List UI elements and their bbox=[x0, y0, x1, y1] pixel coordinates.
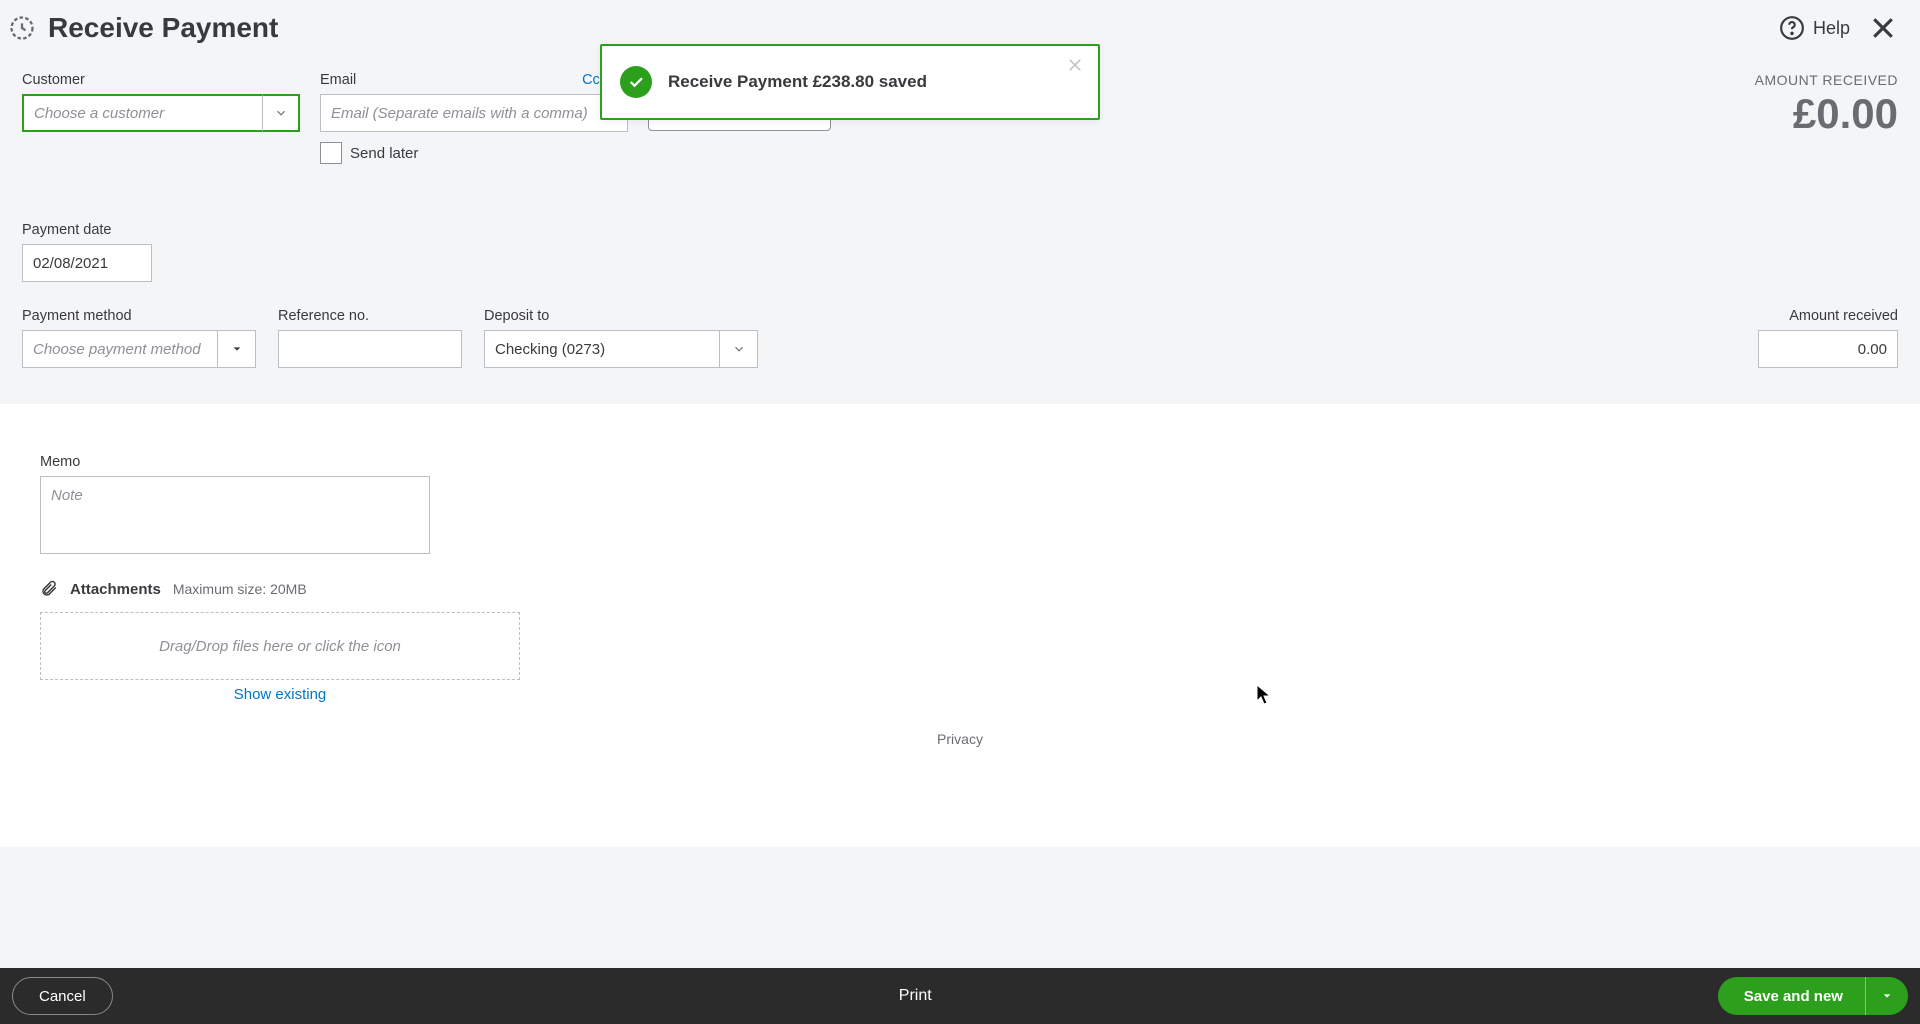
memo-label: Memo bbox=[40, 454, 1880, 470]
deposit-to-label: Deposit to bbox=[484, 308, 758, 324]
save-and-new-button[interactable]: Save and new bbox=[1718, 977, 1908, 1015]
caret-down-icon bbox=[232, 344, 242, 354]
payment-date-input[interactable] bbox=[22, 244, 152, 282]
send-later-checkbox[interactable] bbox=[320, 142, 342, 164]
attachment-icon[interactable] bbox=[40, 578, 58, 600]
customer-combobox[interactable]: Choose a customer bbox=[22, 94, 300, 132]
email-label: Email bbox=[320, 72, 356, 88]
toast-message: Receive Payment £238.80 saved bbox=[668, 72, 927, 92]
toast-close-icon[interactable] bbox=[1066, 56, 1084, 74]
payment-method-label: Payment method bbox=[22, 308, 256, 324]
amount-received-input[interactable] bbox=[1758, 330, 1898, 368]
close-icon[interactable] bbox=[1868, 13, 1898, 43]
footer-bar: Cancel Print Save and new bbox=[0, 968, 1920, 1024]
send-later-label: Send later bbox=[350, 145, 418, 162]
caret-down-icon bbox=[1882, 991, 1892, 1001]
page-title: Receive Payment bbox=[48, 12, 278, 44]
amount-summary-value: £0.00 bbox=[1755, 90, 1898, 138]
help-icon bbox=[1779, 15, 1805, 41]
payment-method-placeholder: Choose payment method bbox=[33, 341, 201, 358]
dropzone-text: Drag/Drop files here or click the icon bbox=[159, 638, 401, 655]
lower-panel: Memo Attachments Maximum size: 20MB Drag… bbox=[0, 404, 1920, 847]
reference-no-input[interactable] bbox=[278, 330, 462, 368]
customer-label: Customer bbox=[22, 72, 300, 88]
help-button[interactable]: Help bbox=[1779, 15, 1850, 41]
customer-placeholder: Choose a customer bbox=[34, 105, 164, 122]
cancel-button[interactable]: Cancel bbox=[12, 977, 113, 1015]
show-existing-link[interactable]: Show existing bbox=[234, 686, 327, 703]
reference-no-label: Reference no. bbox=[278, 308, 462, 324]
payment-method-select[interactable]: Choose payment method bbox=[22, 330, 256, 368]
attachments-title: Attachments bbox=[70, 581, 161, 598]
help-label: Help bbox=[1813, 18, 1850, 39]
deposit-to-caret[interactable] bbox=[720, 330, 758, 368]
payment-method-caret[interactable] bbox=[218, 330, 256, 368]
print-button[interactable]: Print bbox=[899, 987, 932, 1005]
attachments-hint: Maximum size: 20MB bbox=[173, 581, 307, 597]
attachments-dropzone[interactable]: Drag/Drop files here or click the icon bbox=[40, 612, 520, 680]
checkmark-icon bbox=[620, 66, 652, 98]
amount-received-label: Amount received bbox=[1758, 308, 1898, 324]
email-input[interactable] bbox=[320, 94, 628, 132]
deposit-to-select[interactable]: Checking (0273) bbox=[484, 330, 758, 368]
chevron-down-icon bbox=[732, 342, 746, 356]
save-button-label: Save and new bbox=[1718, 977, 1866, 1015]
memo-textarea[interactable] bbox=[40, 476, 430, 554]
success-toast: Receive Payment £238.80 saved bbox=[600, 44, 1100, 120]
customer-dropdown-caret[interactable] bbox=[262, 94, 300, 132]
chevron-down-icon bbox=[274, 106, 288, 120]
save-button-caret[interactable] bbox=[1866, 977, 1908, 1015]
privacy-link[interactable]: Privacy bbox=[40, 731, 1880, 747]
payment-date-label: Payment date bbox=[22, 222, 152, 238]
deposit-to-value: Checking (0273) bbox=[495, 341, 605, 358]
history-icon[interactable] bbox=[8, 14, 36, 42]
amount-received-summary: AMOUNT RECEIVED £0.00 bbox=[1755, 72, 1898, 138]
amount-summary-label: AMOUNT RECEIVED bbox=[1755, 72, 1898, 88]
